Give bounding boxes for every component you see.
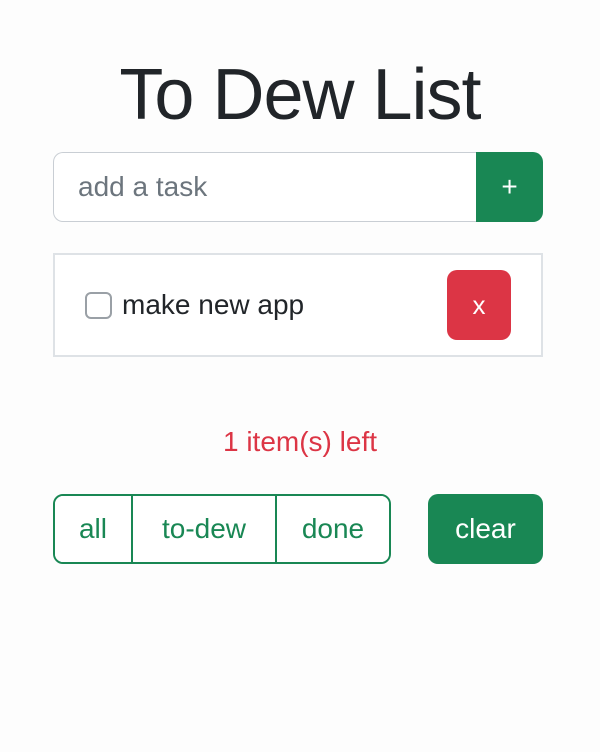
new-task-row: + [53,152,543,222]
plus-icon: + [501,171,518,202]
todo-app: To Dew List + make new app x 1 item(s) l… [0,0,600,752]
delete-task-button[interactable]: x [447,270,511,340]
add-task-button[interactable]: + [476,152,543,222]
items-left-count: 1 item(s) left [222,426,378,457]
task-list: make new app x [53,253,543,357]
filter-to-dew-button[interactable]: to-dew [131,496,275,562]
task-checkbox[interactable] [85,291,112,319]
page-title: To Dew List [119,55,481,135]
clear-button[interactable]: clear [428,494,543,564]
task-text: make new app [122,289,305,320]
task-item: make new app x [53,253,543,357]
task-input[interactable] [53,152,476,222]
delete-icon: x [472,289,486,320]
filter-all-button[interactable]: all [55,496,131,562]
filter-done-button[interactable]: done [275,496,389,562]
filter-group: all to-dew done [53,494,391,564]
